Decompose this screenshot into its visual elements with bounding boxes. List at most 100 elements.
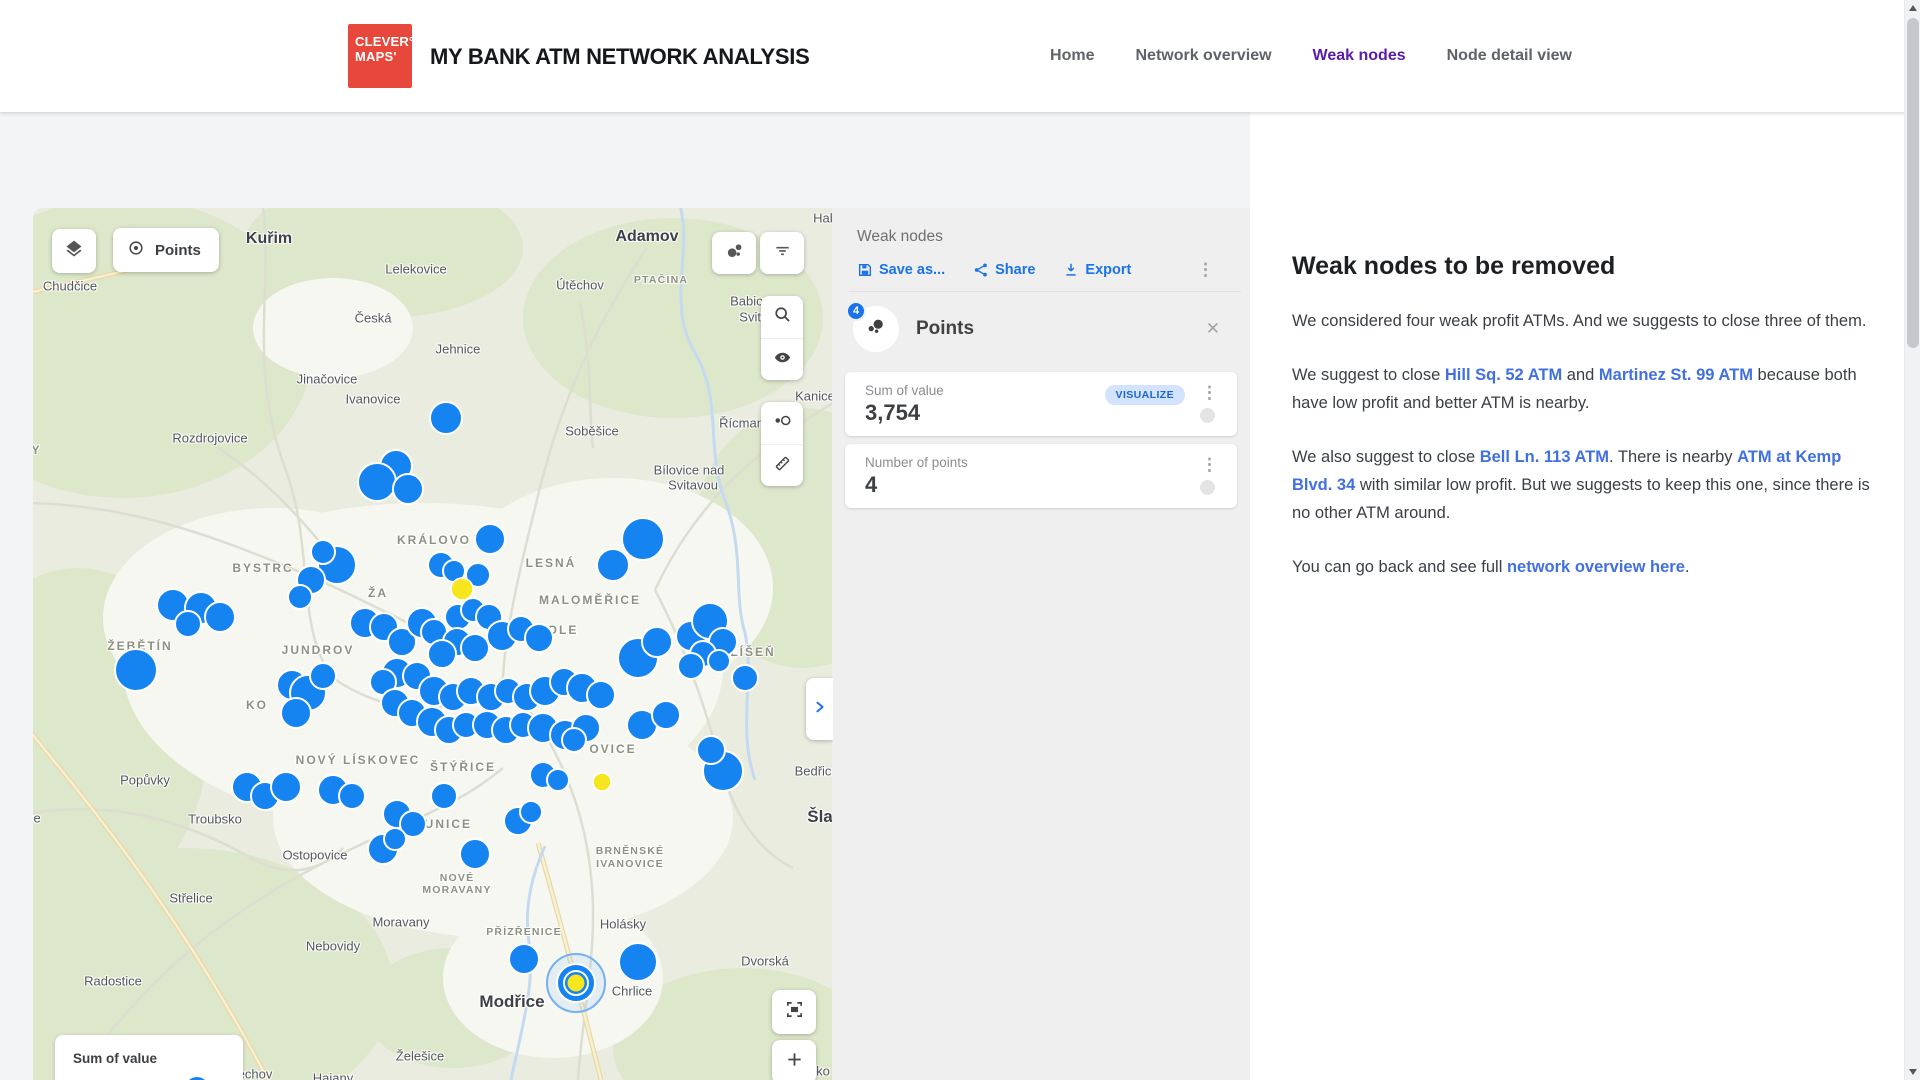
clevermaps-logo[interactable]: CLEVER° MAPS' [348,24,412,88]
points-avatar[interactable]: 4 [853,306,899,352]
panel-title: Weak nodes [857,228,1250,246]
plus-icon [785,1050,804,1074]
map-point[interactable] [562,728,586,752]
fit-screen-icon [785,1000,804,1024]
map-point[interactable] [652,701,680,729]
map-legend: Sum of value [55,1035,243,1080]
export-button[interactable]: Export [1063,262,1131,278]
map-point[interactable] [732,665,758,691]
map-point[interactable] [430,402,462,434]
map-point[interactable] [697,736,725,764]
visibility-button[interactable] [761,338,803,380]
point-icon [127,239,145,262]
points-chip-label: Points [155,242,201,259]
map-point[interactable] [288,585,312,609]
nav-item-node-detail-view[interactable]: Node detail view [1447,47,1572,65]
inline-link[interactable]: Martinez St. 99 ATM [1599,366,1753,384]
scrollbar-down-arrow[interactable] [1905,1064,1920,1080]
layers-icon [64,239,84,264]
scrollbar-up-arrow[interactable] [1905,0,1920,16]
map-point[interactable] [428,640,456,668]
map-point[interactable] [358,463,396,501]
map-point[interactable] [271,772,301,802]
kebab-icon[interactable]: ⋮ [1201,456,1218,473]
map-point[interactable] [115,649,157,691]
inline-link[interactable]: Bell Ln. 113 ATM [1480,448,1609,466]
eye-icon [773,348,792,372]
kebab-icon[interactable]: ⋮ [1201,384,1218,401]
nav-item-network-overview[interactable]: Network overview [1135,47,1271,65]
metric-indicator-dot[interactable] [1200,408,1215,423]
filter-button[interactable] [760,232,804,274]
bubble-style-button[interactable] [712,232,756,274]
point-size-button[interactable] [761,402,803,444]
metric-card-number-of-points: Number of points4⋮ [845,444,1237,508]
map-point[interactable] [281,698,311,728]
page-title: MY BANK ATM NETWORK ANALYSIS [430,44,809,70]
nav-item-weak-nodes[interactable]: Weak nodes [1313,47,1406,65]
logo-line2: MAPS' [355,49,412,64]
map-point[interactable] [642,627,672,657]
scatter-dots-icon [864,315,888,344]
points-count-badge: 4 [846,301,866,321]
divider [849,291,1241,292]
page-scrollbar[interactable] [1904,0,1920,1080]
zoom-in-button[interactable] [772,1040,816,1080]
map-point[interactable] [311,540,335,564]
content-area: Weak nodes to be removed We considered f… [1250,112,1904,1080]
map-point[interactable] [520,801,542,823]
map[interactable]: KuřimAdamovHabChudčiceLelekoviceÚtěchovP… [33,208,833,1080]
map-point[interactable] [339,783,365,809]
map-point[interactable] [393,474,423,504]
map-point[interactable] [461,634,489,662]
visualize-chip[interactable]: VISUALIZE [1105,385,1185,405]
map-point[interactable] [384,828,406,850]
legend-title: Sum of value [73,1051,243,1066]
points-card-header: 4 Points ✕ [853,306,1220,352]
share-button[interactable]: Share [973,262,1035,278]
map-point[interactable] [310,663,336,689]
map-points [33,208,833,1080]
map-point[interactable] [431,783,457,809]
map-point[interactable] [525,624,553,652]
map-point[interactable] [678,653,704,679]
panel-kebab-icon[interactable]: ⋮ [1197,261,1214,278]
selected-point-core[interactable] [568,975,585,992]
map-point[interactable] [509,944,539,974]
scrollbar-thumb[interactable] [1907,18,1919,348]
selected-point[interactable] [547,954,605,1012]
map-point[interactable] [475,524,505,554]
map-point-weak[interactable] [593,773,611,791]
paragraph: We also suggest to close Bell Ln. 113 AT… [1292,443,1877,527]
map-point[interactable] [460,839,490,869]
chevron-right-icon [813,700,827,719]
layers-button[interactable] [52,229,96,273]
map-point[interactable] [708,650,730,672]
app-root: CLEVER° MAPS' MY BANK ATM NETWORK ANALYS… [0,0,1920,1080]
map-point[interactable] [175,611,201,637]
map-point[interactable] [622,518,664,560]
inline-link[interactable]: network overview here [1507,558,1685,576]
map-tools-group-1 [761,296,803,380]
measure-button[interactable] [761,444,803,486]
map-point[interactable] [597,549,629,581]
save-as-button[interactable]: Save as... [857,262,945,278]
expand-panel-button[interactable] [806,678,833,740]
map-point[interactable] [619,943,657,981]
map-point-weak[interactable] [451,578,473,600]
close-icon[interactable]: ✕ [1206,319,1220,339]
fit-bounds-button[interactable] [772,990,816,1034]
metric-card-sum-of-value: Sum of value3,754VISUALIZE⋮ [845,372,1237,436]
map-point[interactable] [205,602,235,632]
paragraph: We suggest to close Hill Sq. 52 ATM and … [1292,361,1877,417]
content-heading: Weak nodes to be removed [1292,252,1904,281]
inline-link[interactable]: Hill Sq. 52 ATM [1445,366,1562,384]
metric-cards: Sum of value3,754VISUALIZE⋮Number of poi… [845,372,1237,508]
nav-item-home[interactable]: Home [1050,47,1094,65]
search-button[interactable] [761,296,803,338]
paragraph: We considered four weak profit ATMs. And… [1292,307,1877,335]
points-layer-chip[interactable]: Points [113,228,219,272]
map-point[interactable] [547,769,569,791]
map-point[interactable] [587,681,615,709]
points-card-title: Points [916,318,974,340]
